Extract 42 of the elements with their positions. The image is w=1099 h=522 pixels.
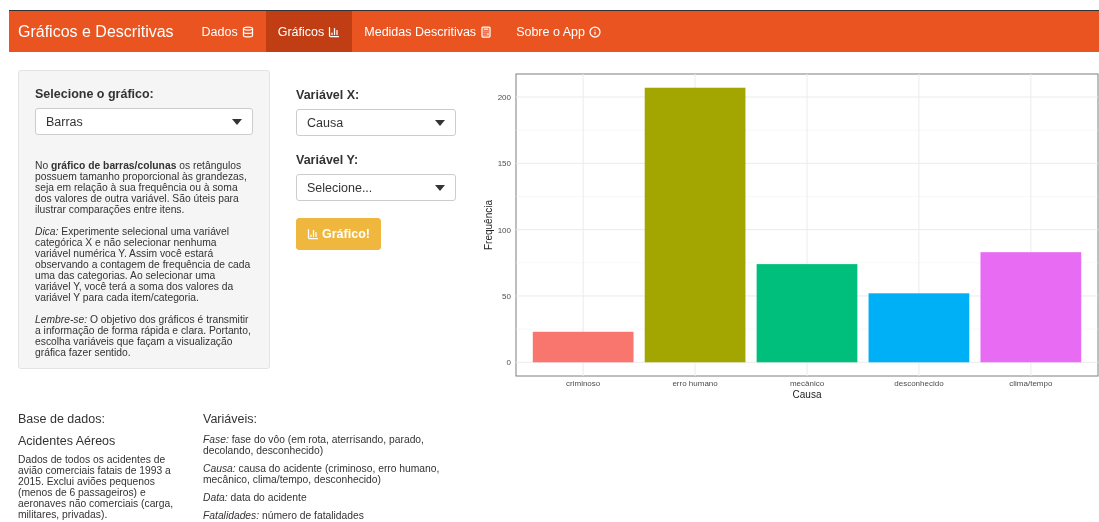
- nav-tab[interactable]: Sobre o App: [504, 11, 613, 52]
- database-icon: [241, 25, 254, 38]
- y-tick-label: 200: [497, 93, 511, 102]
- app-title: Gráficos e Descritivas: [17, 21, 175, 42]
- x-variable-label: Variável X:: [296, 88, 361, 102]
- nav-tab[interactable]: Gráficos: [265, 11, 353, 52]
- dataset-description: Dados de todos os acidentes de avião comerciais fatais de 1993 a 2015. Exclui aviões pequenos (menos de 6 passageiros) e aeronaves não comerciais (carga, militares, privadas).: [18, 454, 175, 520]
- help-paragraph: Lembre-se: O objetivo dos gráficos é transmitir a informação de forma rápida e clara. Portanto, escolha variáveis que façam a visualização gráfica fazer sentido.: [35, 314, 252, 358]
- variable-description: Fase: fase do vôo (em rota, aterrisando, parado, decolando, desconhecido): [203, 434, 425, 456]
- y-variable-label: Variável Y:: [296, 153, 360, 167]
- dataset-heading: Base de dados:: [18, 412, 106, 426]
- y-axis-title: Frequência: [483, 200, 494, 250]
- help-paragraph: No gráfico de barras/colunas os retângulos possuem tamanho proporcional às grandezas, seja em relação à sua frequência ou à soma dos valores de outra variável. São úteis para ilustrar comparações entre itens.: [35, 160, 248, 215]
- y-variable-select[interactable]: Selecione...: [296, 174, 456, 201]
- bar-chart-icon: [307, 228, 319, 240]
- variable-description: Data: data do acidente: [203, 492, 308, 503]
- y-tick-label: 0: [506, 358, 511, 368]
- nav-tab[interactable]: Medidas Descritivas: [352, 11, 505, 52]
- x-tick-label: mecânico: [789, 379, 825, 388]
- x-tick-label: erro humano: [672, 379, 718, 388]
- calculator-icon: [480, 25, 493, 38]
- caret-icon: [435, 119, 445, 126]
- x-tick-label: desconhecido: [894, 379, 944, 388]
- y-tick-label: 50: [502, 291, 511, 301]
- help-paragraph: Dica: Experimente selecional uma variável categórica X e não selecionar nenhuma variável numérica Y. Assim você estará observando a contagem de frequência de cada uma das categorias. Ao selecionar uma variável Y, você terá a soma dos valores da variável Y para cada item/categoria.: [35, 226, 252, 303]
- caret-icon: [435, 184, 445, 191]
- info-icon: [588, 25, 601, 38]
- x-axis-title: Causa: [792, 389, 822, 400]
- x-tick-label: clima/tempo: [1009, 379, 1053, 388]
- x-variable-select[interactable]: Causa: [296, 109, 456, 136]
- variable-description: Causa: causa do acidente (criminoso, erro humano, mecânico, clima/tempo, desconhecido): [203, 463, 441, 485]
- variables-heading: Variáveis:: [203, 412, 258, 426]
- y-tick-label: 100: [497, 225, 511, 235]
- caret-icon: [232, 118, 242, 125]
- variable-description: Fatalidades: número de fatalidades: [203, 510, 365, 521]
- select-label: Selecione o gráfico:: [35, 87, 155, 101]
- bar-chart-icon: [328, 25, 341, 38]
- nav-tab[interactable]: Dados: [189, 11, 266, 52]
- y-tick-label: 150: [497, 159, 511, 169]
- dataset-title: Acidentes Aéreos: [18, 434, 117, 448]
- x-tick-label: criminoso: [566, 379, 601, 388]
- chart-type-select[interactable]: Barras: [35, 108, 253, 135]
